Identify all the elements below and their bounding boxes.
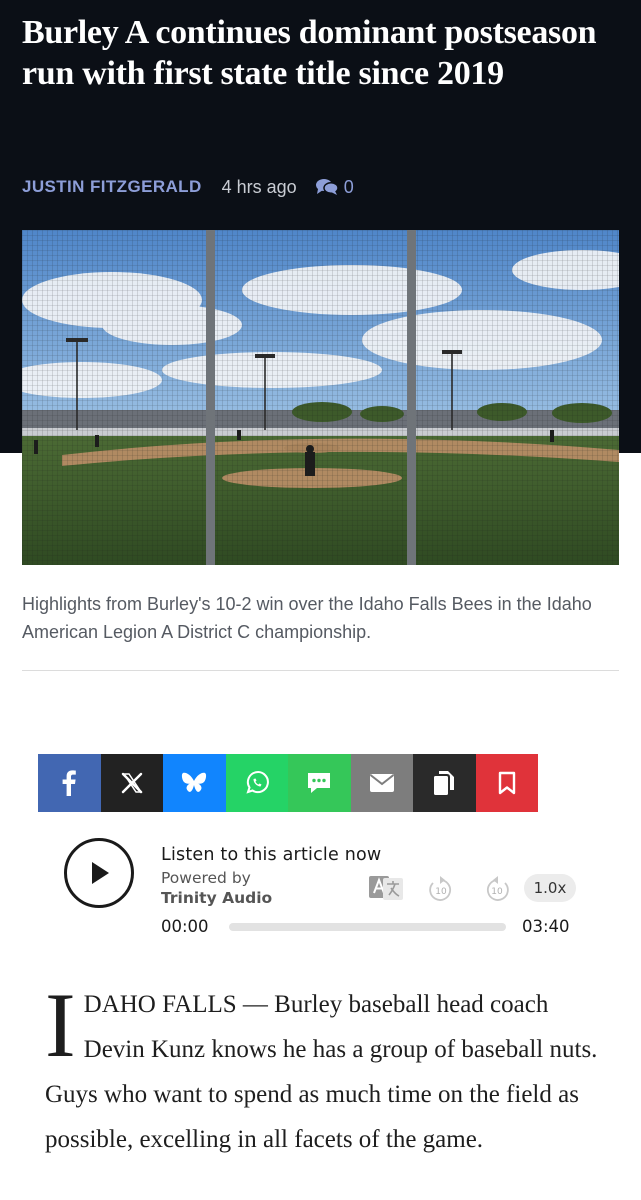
skip-back-button[interactable]: 10 — [426, 875, 456, 908]
article-paragraph: DAHO FALLS — Burley baseball head coach … — [45, 991, 598, 1153]
duration: 03:40 — [522, 917, 570, 936]
bluesky-icon — [182, 772, 207, 792]
player-title: Listen to this article now — [161, 845, 382, 865]
audio-player: Listen to this article now Powered by Tr… — [64, 838, 584, 938]
sms-icon — [308, 773, 331, 793]
translate-icon — [369, 876, 403, 900]
share-email-button[interactable] — [350, 754, 413, 812]
skip-back-label: 10 — [435, 887, 447, 897]
comment-count: 0 — [343, 176, 354, 197]
byline: JUSTIN FITZGERALD 4 hrs ago 0 — [22, 175, 354, 199]
skip-forward-label: 10 — [491, 887, 503, 897]
share-whatsapp-button[interactable] — [225, 754, 288, 812]
comments-link[interactable]: 0 — [315, 177, 354, 198]
share-x-button[interactable] — [100, 754, 163, 812]
playback-speed-button[interactable]: 1.0x — [524, 874, 576, 902]
play-icon — [92, 862, 109, 884]
powered-by-label: Powered by — [161, 869, 251, 887]
article-photo[interactable] — [22, 230, 619, 565]
divider — [22, 670, 619, 671]
brand-link[interactable]: Trinity Audio — [161, 888, 272, 908]
email-icon — [369, 774, 394, 792]
article-body: I DAHO FALLS — Burley baseball head coac… — [45, 974, 605, 1162]
copy-icon — [434, 771, 455, 795]
current-time: 00:00 — [161, 917, 209, 936]
share-facebook-button[interactable] — [38, 754, 101, 812]
progress-bar[interactable] — [229, 923, 506, 931]
share-copy-button[interactable] — [413, 754, 476, 812]
drop-cap: I — [45, 974, 76, 1076]
share-bluesky-button[interactable] — [163, 754, 226, 812]
photo-caption: Highlights from Burley's 10-2 win over t… — [22, 594, 592, 642]
article-headline: Burley A continues dominant postseason r… — [22, 14, 597, 92]
translate-button[interactable] — [369, 876, 403, 905]
timestamp: 4 hrs ago — [221, 176, 297, 197]
skip-forward-button[interactable]: 10 — [482, 875, 512, 908]
forward-10-icon: 10 — [486, 876, 509, 901]
rewind-10-icon: 10 — [429, 876, 452, 901]
whatsapp-icon — [246, 771, 269, 794]
x-icon — [121, 772, 143, 794]
bookmark-icon — [498, 771, 515, 795]
share-bar — [38, 754, 538, 812]
author-link[interactable]: JUSTIN FITZGERALD — [22, 177, 202, 197]
comments-icon — [315, 179, 339, 195]
play-button[interactable] — [64, 838, 134, 908]
facebook-icon — [62, 770, 77, 796]
bookmark-button[interactable] — [475, 754, 538, 812]
share-sms-button[interactable] — [288, 754, 351, 812]
powered-by: Powered by Trinity Audio — [161, 868, 272, 908]
